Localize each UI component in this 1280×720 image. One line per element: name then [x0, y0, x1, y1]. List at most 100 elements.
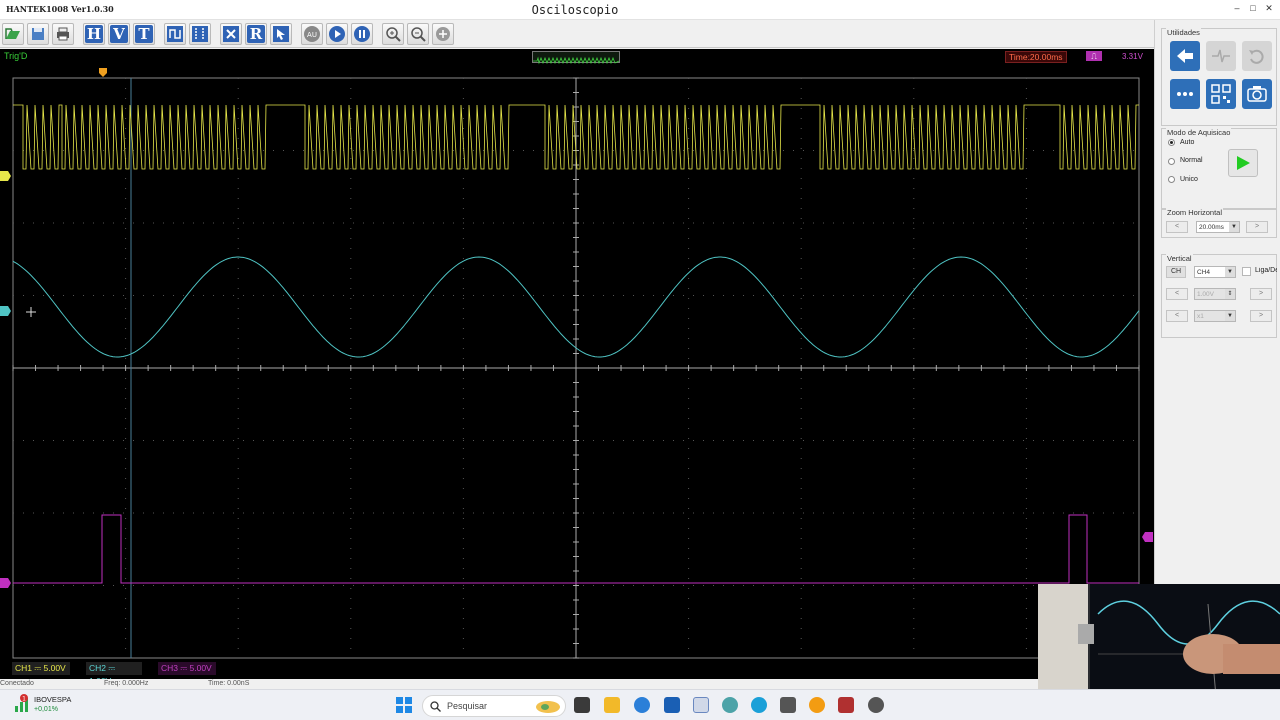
tools-app-icon[interactable]	[838, 697, 854, 713]
zoom-out-icon	[411, 27, 426, 42]
zoom-reset-button[interactable]	[432, 23, 454, 45]
notification-badge: 1	[22, 696, 26, 703]
cursor-button[interactable]	[189, 23, 211, 45]
zoom-reset-icon	[436, 27, 450, 41]
calculator-icon[interactable]	[780, 697, 796, 713]
vertical-title: Vertical	[1166, 254, 1193, 263]
waveform-display[interactable]	[0, 65, 1154, 659]
pulse-icon	[1212, 49, 1230, 63]
radio-normal[interactable]	[1168, 158, 1175, 165]
timebase-readout: Time:20.00ms	[1005, 51, 1067, 63]
search-icon	[430, 701, 441, 712]
vertical-button[interactable]: V	[108, 23, 130, 45]
auto-button[interactable]: AU	[301, 23, 323, 45]
probe-prev-button[interactable]: <	[1166, 310, 1188, 322]
reference-button[interactable]: R	[245, 23, 267, 45]
horizontal-button[interactable]: H	[83, 23, 105, 45]
undo-button[interactable]	[1242, 41, 1272, 71]
dropdown-arrow-icon: ▼	[1225, 311, 1235, 321]
back-button[interactable]	[1170, 41, 1200, 71]
media-app-icon[interactable]	[809, 697, 825, 713]
h-icon: H	[85, 25, 103, 43]
volts-input[interactable]: 1.00V ⇕	[1194, 288, 1236, 300]
ch2-scale[interactable]: CH2 ⎓ 1.00V	[86, 662, 142, 686]
acquisition-group: Modo de Aquisicao Auto Normal Unico	[1161, 128, 1277, 210]
trigger-status: Trig'D	[4, 51, 28, 61]
print-icon	[57, 27, 69, 41]
rising-edge-icon: ⎍	[1086, 51, 1102, 61]
memory-overview[interactable]	[532, 51, 620, 65]
volts-prev-button[interactable]: <	[1166, 288, 1188, 300]
run-icon	[329, 26, 345, 42]
save-button[interactable]	[27, 23, 49, 45]
windows-start-icon[interactable]	[396, 697, 412, 713]
overview-wave-icon	[533, 56, 620, 65]
title-bar: HANTEK1008 Ver1.0.30 Osciloscopio – □ ✕	[0, 0, 1280, 20]
more-dots-icon	[1177, 92, 1193, 96]
control-panel: Utilidades Modo de Aquisicao Auto Normal…	[1154, 20, 1280, 584]
taskbar-search[interactable]: Pesquisar	[422, 695, 566, 717]
trigger-button[interactable]: T	[133, 23, 155, 45]
cursor-icon	[192, 26, 208, 42]
t-icon: T	[135, 25, 153, 43]
back-arrow-icon	[1177, 49, 1193, 63]
probe-select[interactable]: x1 ▼	[1194, 310, 1236, 322]
probe-next-button[interactable]: >	[1250, 310, 1272, 322]
qr-code-button[interactable]	[1206, 79, 1236, 109]
zoom-in-button[interactable]	[382, 23, 404, 45]
task-view-icon[interactable]	[574, 697, 590, 713]
zoom-value: 20.00ms	[1199, 224, 1224, 231]
math-button[interactable]	[220, 23, 242, 45]
measure-button[interactable]	[164, 23, 186, 45]
zoom-out-button[interactable]	[407, 23, 429, 45]
frequency-readout: Freq: 0.000Hz	[104, 680, 149, 687]
screenshot-button[interactable]	[1242, 79, 1272, 109]
stock-ticker: IBOVESPA	[34, 695, 72, 704]
zoom-next-button[interactable]: >	[1246, 221, 1268, 233]
trigger-level: 3.31V	[1122, 52, 1143, 61]
window-title: Osciloscopio	[531, 3, 619, 17]
utilities-title: Utilidades	[1166, 28, 1201, 37]
run-button[interactable]	[326, 23, 348, 45]
pause-button[interactable]	[351, 23, 373, 45]
v-icon: V	[110, 25, 128, 43]
auto-icon: AU	[304, 26, 320, 42]
channel-select[interactable]: CH4 ▼	[1194, 266, 1236, 278]
oscilloscope-app-icon[interactable]	[693, 697, 709, 713]
scope-screen[interactable]	[0, 65, 1154, 659]
stock-widget[interactable]: 1 IBOVESPA +0,01%	[14, 694, 71, 719]
network-app-icon[interactable]	[722, 697, 738, 713]
radio-auto[interactable]	[1168, 139, 1175, 146]
r-icon: R	[247, 25, 265, 43]
enable-checkbox[interactable]	[1242, 267, 1251, 276]
edge-browser-icon[interactable]	[751, 697, 767, 713]
play-icon	[1237, 156, 1250, 170]
dropdown-arrow-icon: ▼	[1229, 222, 1239, 232]
ch3-scale[interactable]: CH3 ⎓ 5.00V	[158, 662, 216, 675]
radio-single-label: Unico	[1180, 176, 1198, 183]
zoom-select[interactable]: 20.00ms ▼	[1196, 221, 1240, 233]
ch3-level-marker	[0, 578, 11, 588]
zoom-in-icon	[386, 27, 401, 42]
channel-button[interactable]: CH	[1166, 266, 1186, 278]
recorder-app-icon[interactable]	[868, 697, 884, 713]
waveform-button[interactable]	[1206, 41, 1236, 71]
close-button[interactable]: ✕	[1262, 1, 1276, 15]
copilot-icon[interactable]	[634, 697, 650, 713]
start-acquisition-button[interactable]	[1228, 149, 1258, 177]
ch1-scale[interactable]: CH1 ⎓ 5.00V	[12, 662, 70, 675]
pointer-button[interactable]	[270, 23, 292, 45]
trigger-readout: ⎍ 3.31V	[1086, 51, 1146, 63]
minimize-button[interactable]: –	[1230, 1, 1244, 15]
store-icon[interactable]	[664, 697, 680, 713]
zoom-prev-button[interactable]: <	[1166, 221, 1188, 233]
maximize-button[interactable]: □	[1246, 1, 1260, 15]
print-button[interactable]	[52, 23, 74, 45]
camera-icon	[1247, 86, 1267, 102]
volts-next-button[interactable]: >	[1250, 288, 1272, 300]
more-button[interactable]	[1170, 79, 1200, 109]
file-explorer-icon[interactable]	[604, 697, 620, 713]
radio-single[interactable]	[1168, 176, 1175, 183]
open-button[interactable]	[2, 23, 24, 45]
ch2-level-marker	[0, 306, 11, 316]
